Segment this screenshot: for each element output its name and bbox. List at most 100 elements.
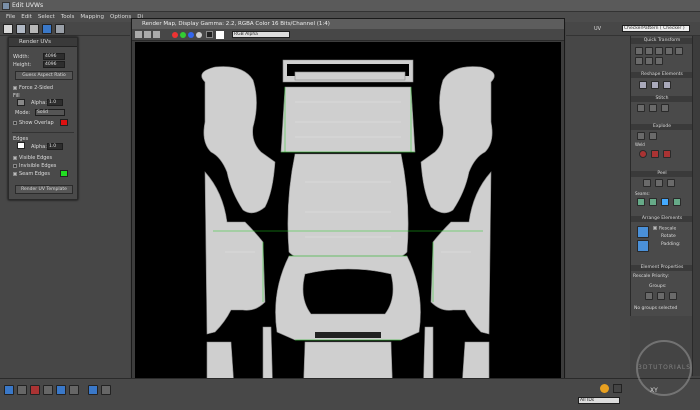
- visible-edges-checkbox[interactable]: Visible Edges: [13, 155, 52, 161]
- pelt-map-icon[interactable]: [655, 179, 663, 187]
- break-icon[interactable]: [637, 132, 645, 140]
- grow-selection-icon[interactable]: [56, 385, 66, 395]
- stitch-target-icon[interactable]: [649, 104, 657, 112]
- straighten-icon[interactable]: [639, 81, 647, 89]
- align-left-icon[interactable]: [635, 57, 643, 65]
- force-2-sided-checkbox[interactable]: Force 2-Sided: [13, 85, 53, 91]
- group-add-icon[interactable]: [657, 292, 665, 300]
- rotate-tool-icon[interactable]: [16, 24, 26, 34]
- weld-target-icon[interactable]: [651, 150, 659, 158]
- uv-shell-hood: [287, 153, 409, 265]
- seam-color-swatch[interactable]: [60, 170, 68, 177]
- channel-select[interactable]: RGB Alpha: [232, 31, 290, 38]
- clone-window-icon[interactable]: [153, 31, 160, 38]
- point-to-point-seam-icon[interactable]: [649, 198, 657, 206]
- copy-image-icon[interactable]: [144, 31, 151, 38]
- red-channel-icon[interactable]: [172, 32, 178, 38]
- invisible-edges-checkbox[interactable]: Invisible Edges: [13, 163, 56, 169]
- peel-header[interactable]: Peel: [631, 171, 693, 177]
- menu-mapping[interactable]: Mapping: [80, 14, 104, 20]
- relax-icon[interactable]: [651, 81, 659, 89]
- reset-peel-icon[interactable]: [667, 179, 675, 187]
- edge-color-swatch[interactable]: [17, 142, 25, 149]
- align-center-icon[interactable]: [675, 47, 683, 55]
- group-select-icon[interactable]: [645, 292, 653, 300]
- material-id-select[interactable]: All IDs: [578, 397, 620, 404]
- lock-selection-icon[interactable]: [600, 384, 609, 393]
- flip-icon[interactable]: [665, 47, 673, 55]
- seam-expand-icon[interactable]: [673, 198, 681, 206]
- shrink-selection-icon[interactable]: [69, 385, 79, 395]
- seam-edges-checkbox[interactable]: Seam Edges: [13, 171, 50, 177]
- align-vertical-icon[interactable]: [645, 47, 653, 55]
- select-face-icon[interactable]: [30, 385, 40, 395]
- width-input[interactable]: 4096: [43, 53, 65, 60]
- align-right-icon[interactable]: [645, 57, 653, 65]
- green-channel-icon[interactable]: [180, 32, 186, 38]
- select-vertex-icon[interactable]: [4, 385, 14, 395]
- edge-alpha-input[interactable]: 1.0: [47, 143, 63, 150]
- arrange-elements-header[interactable]: Arrange Elements: [631, 216, 693, 222]
- show-overlap-checkbox[interactable]: Show Overlap: [13, 120, 54, 126]
- rescale-checkbox[interactable]: Rescale: [653, 226, 676, 232]
- explode-header[interactable]: Explode: [631, 124, 693, 130]
- overlap-color-swatch[interactable]: [60, 119, 68, 126]
- menu-tools[interactable]: Tools: [61, 14, 75, 20]
- space-icon[interactable]: [655, 57, 663, 65]
- visible-edges-label: Visible Edges: [19, 155, 53, 161]
- uv-render-canvas[interactable]: [135, 42, 561, 401]
- stitch-source-icon[interactable]: [661, 104, 669, 112]
- blue-channel-icon[interactable]: [188, 32, 194, 38]
- render-uv-template-button[interactable]: Render UV Template: [15, 185, 73, 194]
- rotate-label: Rotate: [661, 234, 676, 239]
- mode-select[interactable]: Solid: [35, 109, 65, 116]
- reshape-elements-header[interactable]: Reshape Elements: [631, 72, 693, 78]
- filter-icon[interactable]: [613, 384, 622, 393]
- fill-alpha-input[interactable]: 1.0: [47, 99, 63, 106]
- mirror-tool-icon[interactable]: [55, 24, 65, 34]
- pack-icon[interactable]: [637, 226, 649, 238]
- clear-icon[interactable]: [216, 31, 224, 39]
- checkbox-icon: [13, 163, 17, 168]
- width-label: Width:: [13, 54, 30, 60]
- loop-selection-icon[interactable]: [88, 385, 98, 395]
- window-title: Edit UVWs: [12, 2, 44, 9]
- relax-settings-icon[interactable]: [663, 81, 671, 89]
- mono-icon[interactable]: [206, 31, 213, 38]
- element-properties-header[interactable]: Element Properties: [631, 265, 693, 271]
- seam-select-icon[interactable]: [661, 198, 669, 206]
- uv-shell-roof: [280, 86, 416, 153]
- pack-custom-icon[interactable]: [637, 240, 649, 252]
- weld-threshold-icon[interactable]: [663, 150, 671, 158]
- checker-pattern-select[interactable]: CheckerPattern ( Checker ): [622, 25, 690, 32]
- scale-tool-icon[interactable]: [29, 24, 39, 34]
- align-horizontal-icon[interactable]: [635, 47, 643, 55]
- stitch-header[interactable]: Stitch: [631, 96, 693, 102]
- rotate-90-icon[interactable]: [655, 47, 663, 55]
- move-tool-icon[interactable]: [3, 24, 13, 34]
- menu-edit[interactable]: Edit: [21, 14, 32, 20]
- menu-options[interactable]: Options: [110, 14, 131, 20]
- weld-selected-icon[interactable]: [639, 150, 647, 158]
- detach-icon[interactable]: [649, 132, 657, 140]
- no-groups-selected-label: No groups selected: [634, 306, 678, 311]
- group-remove-icon[interactable]: [669, 292, 677, 300]
- menu-file[interactable]: File: [6, 14, 15, 20]
- quick-peel-icon[interactable]: [643, 179, 651, 187]
- ring-selection-icon[interactable]: [101, 385, 111, 395]
- quick-transform-header[interactable]: Quick Transform: [631, 38, 693, 44]
- select-edge-icon[interactable]: [17, 385, 27, 395]
- save-image-icon[interactable]: [135, 31, 142, 38]
- freeform-tool-icon[interactable]: [42, 24, 52, 34]
- render-window-title: Render Map, Display Gamma: 2.2, RGBA Col…: [142, 21, 330, 27]
- select-element-icon[interactable]: [43, 385, 53, 395]
- edge-to-seam-icon[interactable]: [637, 198, 645, 206]
- panel-scrollbar[interactable]: [692, 36, 700, 376]
- stitch-custom-icon[interactable]: [637, 104, 645, 112]
- menu-select[interactable]: Select: [38, 14, 55, 20]
- alpha-channel-icon[interactable]: [196, 32, 202, 38]
- height-input[interactable]: 4096: [43, 61, 65, 68]
- fill-color-swatch[interactable]: [17, 99, 25, 106]
- guess-aspect-ratio-button[interactable]: Guess Aspect Ratio: [15, 71, 73, 80]
- checkbox-icon: [13, 171, 17, 176]
